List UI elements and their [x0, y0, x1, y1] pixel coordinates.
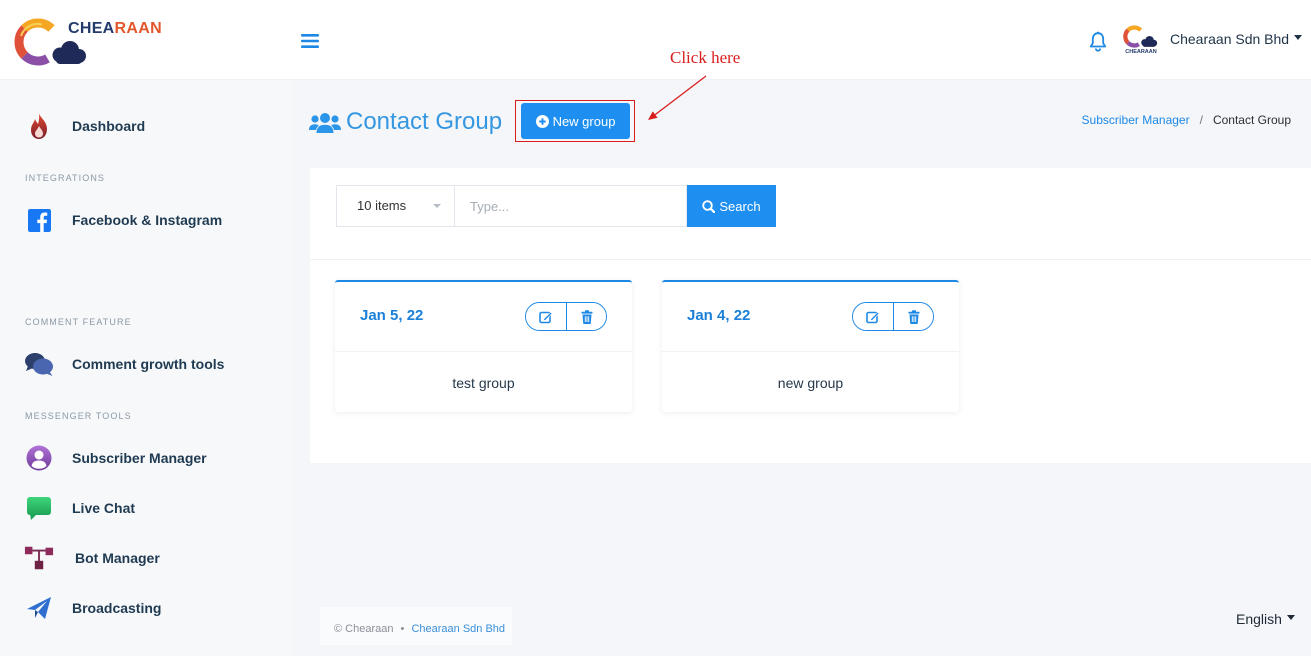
brand-name: CHEARAAN — [68, 20, 162, 38]
search-input[interactable] — [454, 185, 687, 227]
avatar-label: CHEARAAN — [1125, 49, 1157, 55]
account-menu[interactable]: Chearaan Sdn Bhd — [1170, 30, 1303, 48]
group-actions — [525, 302, 607, 331]
brand-name-part-1: CHEA — [68, 20, 115, 37]
sidebar-item-live-chat[interactable]: Live Chat — [0, 488, 290, 528]
group-name: test group — [452, 375, 515, 391]
search-button-label: Search — [719, 198, 761, 214]
paper-plane-icon — [24, 594, 54, 622]
sidebar-item-facebook-instagram[interactable]: Facebook & Instagram — [0, 200, 290, 240]
sidebar-item-label: Subscriber Manager — [72, 450, 207, 466]
comments-icon — [24, 350, 54, 378]
sidebar-item-label: Live Chat — [72, 500, 136, 516]
group-card: Jan 4, 22 new group — [662, 280, 959, 412]
breadcrumb-link-subscriber-manager[interactable]: Subscriber Manager — [1082, 112, 1190, 128]
annotation-arrow-icon — [648, 75, 707, 120]
edit-icon — [866, 311, 880, 323]
group-date: Jan 5, 22 — [360, 307, 424, 324]
sidebar-item-label: Broadcasting — [72, 600, 162, 616]
top-navbar: CHEARAAN CHEARAAN Chearaan Sdn Bhd — [0, 0, 1311, 80]
user-circle-icon — [24, 444, 54, 472]
chat-bubble-icon — [24, 494, 54, 522]
group-card-divider — [335, 351, 632, 352]
hamburger-icon[interactable] — [301, 34, 319, 48]
search-button[interactable]: Search — [687, 185, 776, 227]
new-group-button[interactable]: New group — [521, 103, 630, 139]
bell-icon[interactable] — [1089, 31, 1107, 52]
trash-icon — [581, 309, 592, 324]
group-name: new group — [777, 375, 844, 391]
breadcrumb-current: Contact Group — [1212, 113, 1291, 127]
footer-separator: • — [400, 623, 405, 635]
page-size-value: 10 items — [357, 198, 407, 213]
breadcrumb: Subscriber Manager / Contact Group — [1082, 112, 1291, 128]
delete-group-button[interactable] — [893, 303, 933, 330]
group-card: Jan 5, 22 test group — [335, 280, 632, 412]
account-name: Chearaan Sdn Bhd — [1170, 31, 1290, 47]
footer-copyright: © Chearaan • Chearaan Sdn Bhd — [334, 622, 505, 636]
edit-group-button[interactable] — [526, 303, 566, 330]
language-label: English — [1236, 611, 1282, 627]
edit-group-button[interactable] — [853, 303, 893, 330]
sidebar-item-label: Bot Manager — [75, 550, 160, 566]
search-icon — [702, 199, 716, 213]
edit-icon — [539, 311, 553, 323]
group-card-divider — [662, 351, 959, 352]
sidebar-heading-integrations: INTEGRATIONS — [25, 173, 106, 183]
chevron-down-icon — [433, 204, 441, 208]
caret-down-icon — [1294, 34, 1303, 40]
sidebar-item-comment-growth-tools[interactable]: Comment growth tools — [0, 344, 290, 384]
panel-divider — [310, 259, 1311, 260]
footer-company-link[interactable]: Chearaan Sdn Bhd — [411, 623, 505, 635]
sidebar-item-label: Comment growth tools — [72, 356, 225, 372]
trash-icon — [908, 309, 919, 324]
flowchart-icon — [24, 544, 54, 572]
language-selector[interactable]: English — [1236, 611, 1295, 627]
new-group-button-label: New group — [552, 113, 616, 129]
sidebar-item-label: Dashboard — [72, 118, 146, 134]
brand-name-part-2: RAAN — [114, 20, 162, 37]
sidebar-heading-comment-feature: COMMENT FEATURE — [25, 317, 132, 327]
annotation-label: Click here — [670, 48, 741, 67]
sidebar-item-dashboard[interactable]: Dashboard — [0, 106, 290, 146]
breadcrumb-separator: / — [1199, 113, 1203, 127]
page-size-select[interactable]: 10 items — [336, 185, 454, 227]
avatar-logo-icon — [1123, 25, 1158, 48]
avatar[interactable]: CHEARAAN — [1122, 24, 1160, 56]
fire-icon — [24, 112, 54, 140]
group-actions — [852, 302, 934, 331]
delete-group-button[interactable] — [566, 303, 606, 330]
facebook-icon — [24, 206, 54, 234]
group-date: Jan 4, 22 — [687, 307, 751, 324]
footer-copyright-text: © Chearaan — [334, 623, 394, 635]
page-title: Contact Group — [346, 108, 503, 135]
contact-group-panel: 10 items Search Jan 5, 22 — [310, 168, 1311, 463]
sidebar: Dashboard INTEGRATIONS Facebook & Instag… — [0, 80, 292, 656]
sidebar-item-label: Facebook & Instagram — [72, 212, 223, 228]
sidebar-item-subscriber-manager[interactable]: Subscriber Manager — [0, 438, 290, 478]
sidebar-item-bot-manager[interactable]: Bot Manager — [0, 538, 290, 578]
plus-circle-icon — [535, 114, 549, 128]
users-icon — [309, 113, 341, 133]
sidebar-item-broadcasting[interactable]: Broadcasting — [0, 588, 290, 628]
sidebar-heading-messenger-tools: MESSENGER TOOLS — [25, 411, 132, 421]
caret-down-icon — [1286, 614, 1295, 620]
